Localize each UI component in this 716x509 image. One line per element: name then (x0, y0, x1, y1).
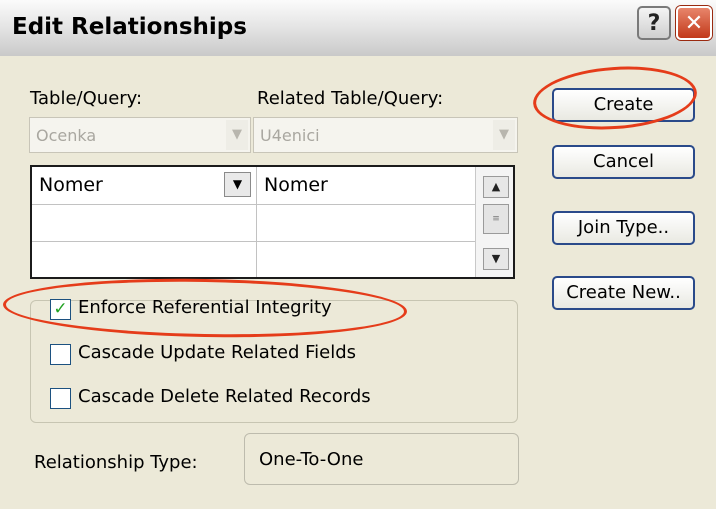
table-query-value: Ocenka (36, 126, 97, 145)
help-icon: ? (647, 11, 661, 36)
grid-row-3-left-field[interactable] (39, 247, 249, 273)
arrow-up-icon[interactable]: ▲ (483, 176, 509, 198)
grid-row-2-right-field[interactable] (264, 211, 469, 237)
cascade-update-checkbox[interactable] (50, 344, 71, 365)
cascade-update-label[interactable]: Cascade Update Related Fields (78, 342, 356, 363)
create-new-button[interactable]: Create New.. (552, 276, 695, 310)
related-table-query-combo[interactable]: U4enici ▼ (253, 117, 518, 153)
grid-row-1-right-field[interactable]: Nomer (264, 174, 328, 196)
help-button[interactable]: ? (637, 6, 671, 40)
close-icon: ✕ (684, 11, 704, 36)
grid-row-3-right-field[interactable] (264, 247, 469, 273)
table-query-label: Table/Query: (30, 88, 143, 109)
title-bar[interactable]: Edit Relationships ? ✕ (0, 0, 716, 56)
cancel-button[interactable]: Cancel (552, 145, 695, 179)
chevron-down-icon[interactable]: ▼ (224, 172, 251, 197)
create-button[interactable]: Create (552, 88, 695, 122)
relationship-type-value: One-To-One (259, 449, 364, 470)
cascade-delete-checkbox[interactable] (50, 388, 71, 409)
field-grid: Nomer ▼ Nomer ▲ ≡ ▼ (30, 165, 515, 279)
relationship-type-box: One-To-One (244, 433, 519, 485)
join-type-button[interactable]: Join Type.. (552, 211, 695, 245)
checkmark-icon: ✓ (53, 299, 68, 319)
arrow-down-icon[interactable]: ▼ (483, 248, 509, 270)
chevron-down-icon: ▼ (226, 120, 248, 150)
grid-row-1-left-field[interactable]: Nomer (39, 174, 103, 196)
relationship-type-label: Relationship Type: (34, 452, 198, 473)
window-title: Edit Relationships (12, 14, 247, 40)
grid-vertical-scrollbar[interactable]: ▲ ≡ ▼ (475, 167, 513, 277)
cascade-delete-label[interactable]: Cascade Delete Related Records (78, 386, 371, 407)
enforce-referential-integrity-label[interactable]: Enforce Referential Integrity (78, 297, 332, 318)
enforce-referential-integrity-checkbox[interactable]: ✓ (50, 299, 71, 320)
close-button[interactable]: ✕ (676, 6, 712, 40)
related-table-query-value: U4enici (260, 126, 320, 145)
scroll-thumb[interactable]: ≡ (483, 204, 509, 234)
grid-row-2-left-field[interactable] (39, 211, 249, 237)
chevron-down-icon: ▼ (493, 120, 515, 150)
edit-relationships-dialog: Edit Relationships ? ✕ Table/Query: Rela… (0, 0, 716, 509)
related-table-query-label: Related Table/Query: (257, 88, 444, 109)
table-query-combo[interactable]: Ocenka ▼ (29, 117, 251, 153)
